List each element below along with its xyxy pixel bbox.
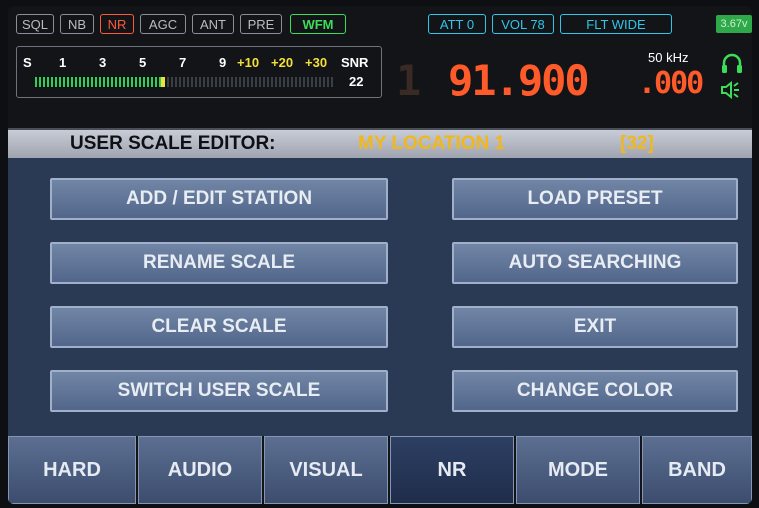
nr-indicator[interactable]: NR — [100, 14, 134, 34]
wfm-mode-indicator[interactable]: WFM — [290, 14, 346, 34]
signal-bar-peak — [161, 77, 165, 87]
change-color-button[interactable]: CHANGE COLOR — [452, 370, 738, 412]
ant-indicator[interactable]: ANT — [192, 14, 234, 34]
tab-mode[interactable]: MODE — [516, 436, 640, 504]
pre-indicator[interactable]: PRE — [240, 14, 282, 34]
signal-bar-fill — [35, 77, 161, 87]
status-row: SQL NB NR AGC ANT PRE WFM ATT 0 VOL 78 F… — [16, 14, 752, 36]
snr-label: SNR — [341, 55, 369, 70]
meter-s-label: S — [23, 55, 32, 70]
frequency-main: 91.900 — [448, 56, 590, 105]
scale-count: [32] — [620, 133, 654, 154]
tab-audio[interactable]: AUDIO — [138, 436, 262, 504]
bottom-tabs: HARD AUDIO VISUAL NR MODE BAND — [8, 436, 752, 504]
signal-meter: S 1 3 5 7 9 +10 +20 +30 SNR 22 — [16, 46, 382, 98]
battery-indicator: 3.67v — [716, 15, 752, 33]
load-preset-button[interactable]: LOAD PRESET — [452, 178, 738, 220]
agc-indicator[interactable]: AGC — [140, 14, 186, 34]
frequency-fraction: .000 — [638, 66, 704, 101]
scale-name: MY LOCATION 1 — [358, 133, 506, 154]
volume-indicator[interactable]: VOL 78 — [492, 14, 554, 34]
meter-tick: 1 — [59, 55, 67, 70]
editor-title: USER SCALE EDITOR: — [70, 133, 276, 154]
att-indicator[interactable]: ATT 0 — [428, 14, 486, 34]
meter-tick: 5 — [139, 55, 147, 70]
meter-tick: 9 — [219, 55, 227, 70]
editor-header: USER SCALE EDITOR: MY LOCATION 1 [32] — [8, 128, 752, 158]
meter-tick: 3 — [99, 55, 107, 70]
signal-bar — [35, 77, 335, 87]
receiver-screen: SQL NB NR AGC ANT PRE WFM ATT 0 VOL 78 F… — [8, 6, 752, 504]
tab-visual[interactable]: VISUAL — [264, 436, 388, 504]
meter-plus-tick: +10 — [237, 55, 260, 70]
exit-button[interactable]: EXIT — [452, 306, 738, 348]
switch-user-scale-button[interactable]: SWITCH USER SCALE — [50, 370, 388, 412]
tab-band[interactable]: BAND — [642, 436, 752, 504]
rename-scale-button[interactable]: RENAME SCALE — [50, 242, 388, 284]
tab-hard[interactable]: HARD — [8, 436, 136, 504]
filter-indicator[interactable]: FLT WIDE — [560, 14, 672, 34]
frequency-step: 50 kHz — [648, 50, 689, 65]
headphone-icon[interactable] — [720, 52, 744, 76]
sql-indicator[interactable]: SQL — [16, 14, 54, 34]
clear-scale-button[interactable]: CLEAR SCALE — [50, 306, 388, 348]
meter-plus-tick: +30 — [305, 55, 328, 70]
meter-tick: 7 — [179, 55, 187, 70]
nb-indicator[interactable]: NB — [60, 14, 94, 34]
add-edit-station-button[interactable]: ADD / EDIT STATION — [50, 178, 388, 220]
snr-value: 22 — [349, 74, 364, 89]
frequency-ghost-digit: 1 — [396, 56, 421, 105]
frequency-display[interactable]: 1 91.900 .000 50 kHz — [396, 50, 716, 105]
speaker-icon[interactable] — [720, 80, 744, 100]
tab-nr[interactable]: NR — [390, 436, 514, 504]
auto-searching-button[interactable]: AUTO SEARCHING — [452, 242, 738, 284]
menu-area: ADD / EDIT STATION RENAME SCALE CLEAR SC… — [8, 158, 752, 436]
meter-plus-tick: +20 — [271, 55, 294, 70]
